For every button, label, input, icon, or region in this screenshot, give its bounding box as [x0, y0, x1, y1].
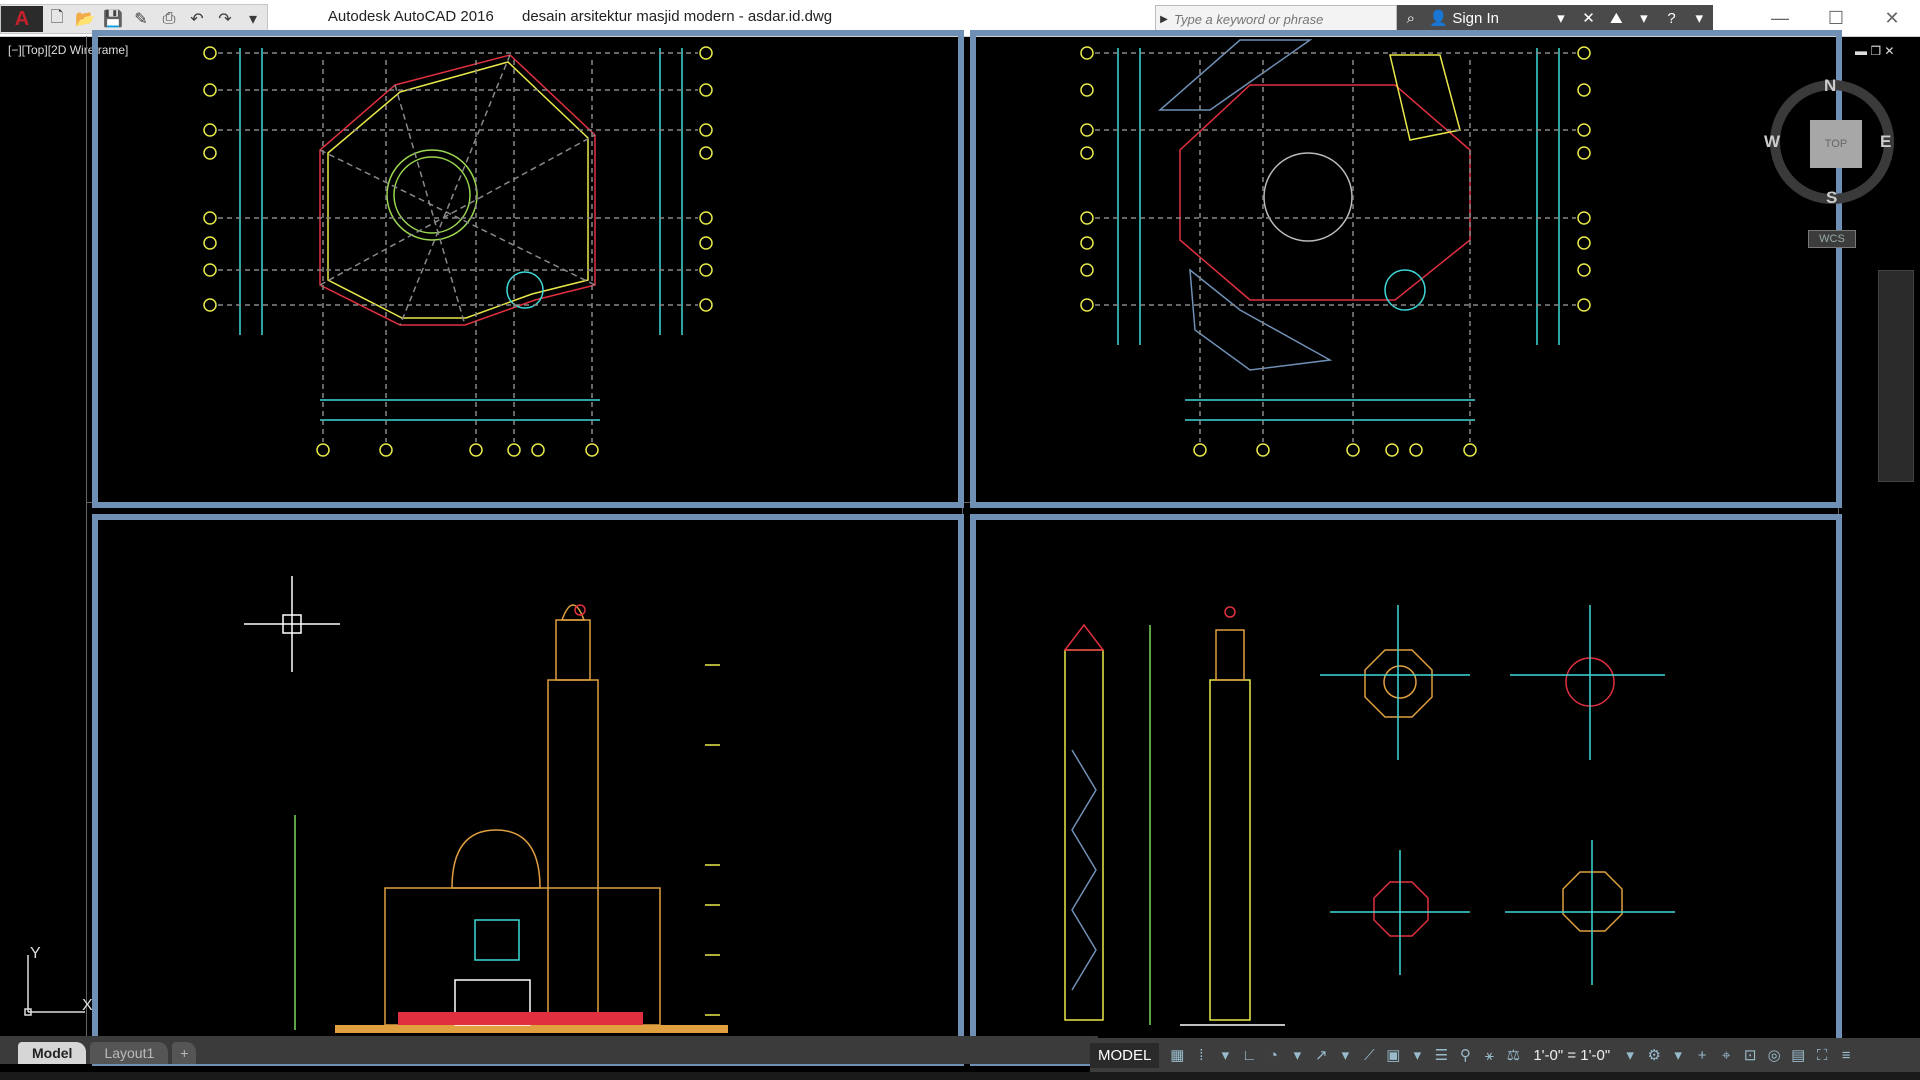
auto-scale-icon[interactable]: ⚹: [1477, 1047, 1501, 1064]
floor-plan-1: [203, 46, 713, 457]
status-bar: MODEL ▦ ⁞ ▾ ∟ ◔ ▾ ↗ ▾ ⟋ ▣ ▾ ☰ ⚲ ⚹ ⚖ 1'-0…: [1090, 1038, 1920, 1072]
plus-icon[interactable]: +: [1690, 1047, 1714, 1064]
ucs-icon: [24, 955, 85, 1016]
viewcube-top-face[interactable]: TOP: [1810, 120, 1862, 168]
taskbar-strip: [0, 1072, 1920, 1080]
plan-outline: [319, 54, 596, 326]
tab-model[interactable]: Model: [18, 1042, 87, 1064]
dropdown-icon[interactable]: ▾: [1285, 1046, 1309, 1064]
spiral-stair: [1071, 749, 1097, 991]
snap-icon[interactable]: ⁞: [1189, 1047, 1213, 1064]
center-window: [474, 919, 520, 961]
customization-menu-icon[interactable]: ≡: [1834, 1047, 1858, 1064]
plan-inner-outline: [327, 61, 589, 319]
annotation-scale-value[interactable]: 1'-0" = 1'-0": [1533, 1047, 1610, 1064]
mosque-body: [384, 887, 661, 1026]
isodraft-icon[interactable]: ⟋: [1357, 1047, 1381, 1064]
hardware-acceleration-icon[interactable]: ▤: [1786, 1046, 1810, 1064]
dropdown-icon[interactable]: ▾: [1333, 1046, 1357, 1064]
crosshair-cursor: [244, 576, 340, 672]
dropdown-icon[interactable]: ▾: [1405, 1046, 1429, 1064]
add-layout-button[interactable]: +: [172, 1042, 197, 1064]
wcs-menu[interactable]: WCS: [1808, 230, 1856, 248]
tab-layout1[interactable]: Layout1: [90, 1042, 169, 1064]
compass-east[interactable]: E: [1880, 132, 1891, 152]
front-elevation: [294, 604, 728, 1033]
dropdown-icon[interactable]: ▾: [1618, 1046, 1642, 1064]
quick-properties-icon[interactable]: ⊡: [1738, 1046, 1762, 1064]
compass-west[interactable]: W: [1764, 132, 1780, 152]
workspace-gear-icon[interactable]: ⚙: [1642, 1046, 1666, 1064]
dome-circle: [1263, 152, 1353, 242]
grid-icon[interactable]: ▦: [1165, 1046, 1189, 1064]
ground-base: [335, 1025, 728, 1033]
minaret-details: [1063, 605, 1675, 1026]
minaret: [547, 679, 599, 1026]
model-space-button[interactable]: MODEL: [1090, 1042, 1160, 1068]
minaret-section: [1064, 649, 1104, 1021]
object-snap-tracking-icon[interactable]: ↗: [1309, 1046, 1333, 1064]
annotation-visibility-icon[interactable]: ⚲: [1453, 1046, 1477, 1064]
ucs-y-label: Y: [30, 945, 41, 962]
lineweight-icon[interactable]: ☰: [1429, 1046, 1453, 1064]
stair-circle: [506, 271, 544, 309]
stair-circle: [1384, 269, 1426, 311]
plan-outline: [1179, 84, 1471, 301]
main-dome: [451, 829, 541, 889]
polar-icon[interactable]: ◔: [1261, 1047, 1285, 1064]
dome-circle: [386, 149, 478, 241]
navigation-bar[interactable]: [1878, 270, 1914, 482]
layout-tabs: Model Layout1 +: [0, 1036, 1098, 1064]
annotation-scale-icon[interactable]: ⚖: [1501, 1046, 1525, 1064]
ortho-icon[interactable]: ∟: [1237, 1047, 1261, 1064]
clean-screen-icon[interactable]: ⛶: [1810, 1047, 1834, 1064]
floor-plan-2: [1080, 39, 1591, 457]
compass-north[interactable]: N: [1824, 76, 1836, 96]
viewcube[interactable]: TOP: [1770, 80, 1894, 204]
drawing-canvas[interactable]: Y X: [0, 0, 1920, 1080]
ucs-x-label: X: [82, 997, 93, 1014]
stair-block: [1389, 54, 1461, 141]
dropdown-icon[interactable]: ▾: [1666, 1046, 1690, 1064]
compass-south[interactable]: S: [1826, 188, 1837, 208]
isolate-objects-icon[interactable]: ◎: [1762, 1046, 1786, 1064]
dropdown-icon[interactable]: ▾: [1213, 1046, 1237, 1064]
units-icon[interactable]: ⌖: [1714, 1047, 1738, 1064]
object-snap-icon[interactable]: ▣: [1381, 1046, 1405, 1064]
minaret-elevation: [1209, 679, 1251, 1021]
